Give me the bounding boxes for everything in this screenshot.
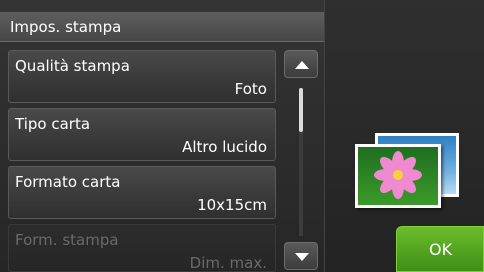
scroll-up-button[interactable] xyxy=(284,50,318,78)
panel-header: Impos. stampa xyxy=(0,12,324,42)
menu-item-paper-size[interactable]: Formato carta 10x15cm xyxy=(8,166,276,219)
panel-title: Impos. stampa xyxy=(10,18,122,36)
ok-button[interactable]: OK xyxy=(396,226,484,272)
menu-item-print-format: Form. stampa Dim. max. xyxy=(8,224,276,272)
menu-item-label: Form. stampa xyxy=(15,231,119,249)
menu-item-value: Dim. max. xyxy=(189,254,267,272)
scrollbar-thumb[interactable] xyxy=(299,88,303,132)
menu-item-value: Foto xyxy=(234,80,267,98)
menu-item-paper-type[interactable]: Tipo carta Altro lucido xyxy=(8,108,276,161)
chevron-up-icon xyxy=(295,61,309,69)
menu-item-label: Formato carta xyxy=(15,173,121,191)
menu-item-label: Qualità stampa xyxy=(15,57,130,75)
menu-item-value: 10x15cm xyxy=(197,196,267,214)
menu-item-print-quality[interactable]: Qualità stampa Foto xyxy=(8,50,276,103)
settings-panel: Impos. stampa Qualità stampa Foto Tipo c… xyxy=(0,0,325,272)
flower-icon xyxy=(374,151,422,199)
flower-photo-icon xyxy=(355,144,441,208)
print-settings-screen: Impos. stampa Qualità stampa Foto Tipo c… xyxy=(0,0,484,272)
menu-item-value: Altro lucido xyxy=(182,138,267,156)
menu-item-label: Tipo carta xyxy=(15,115,91,133)
ok-button-label: OK xyxy=(429,240,453,259)
chevron-down-icon xyxy=(295,253,309,261)
scroll-down-button[interactable] xyxy=(284,242,318,270)
